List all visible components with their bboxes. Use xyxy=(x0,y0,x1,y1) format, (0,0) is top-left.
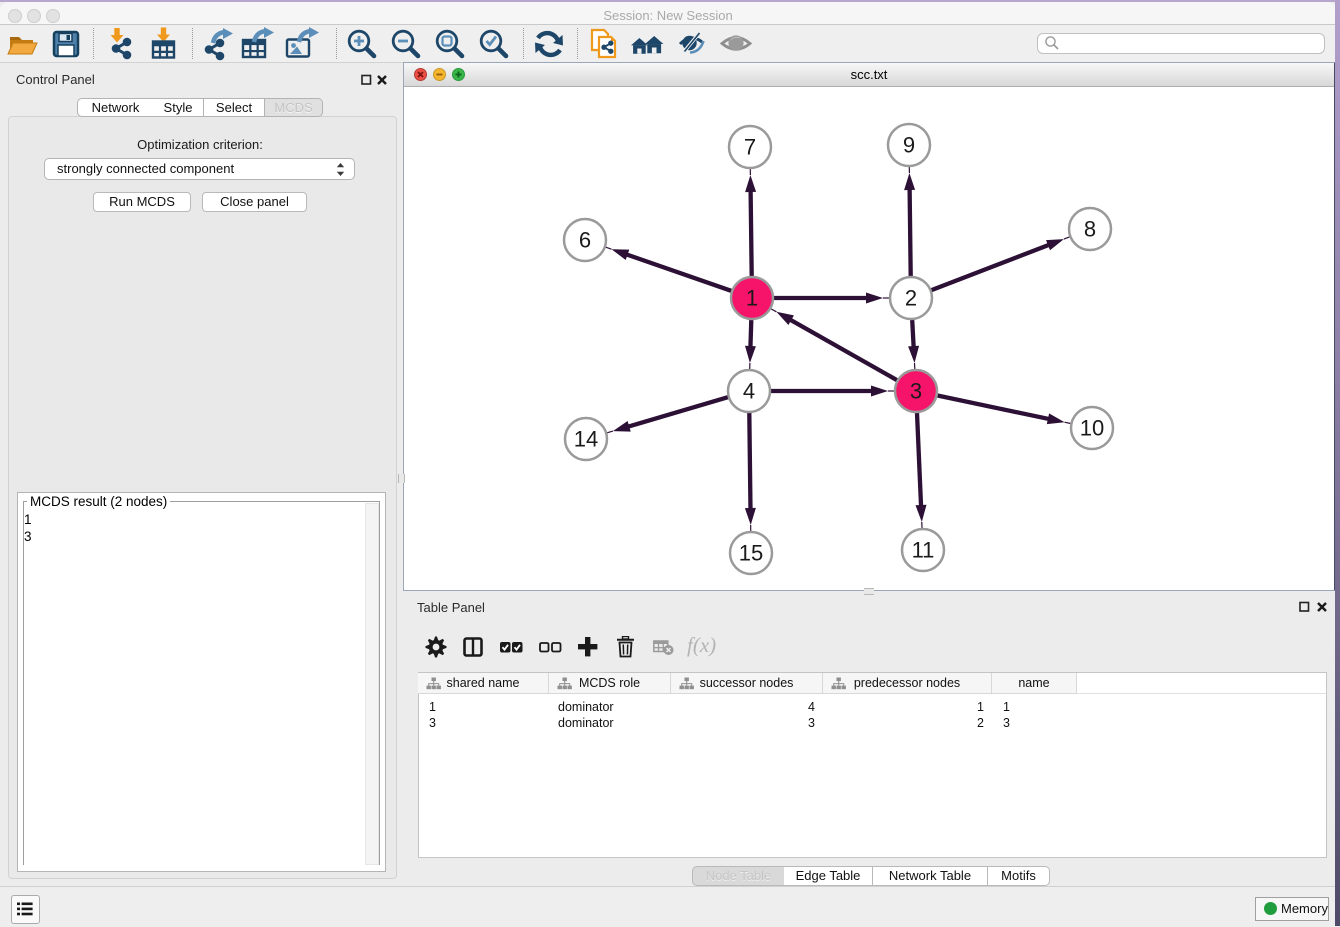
svg-text:10: 10 xyxy=(1080,416,1104,441)
svg-text:3: 3 xyxy=(910,379,922,404)
svg-text:8: 8 xyxy=(1084,217,1096,242)
svg-text:7: 7 xyxy=(744,135,756,160)
svg-text:14: 14 xyxy=(574,427,598,452)
svg-text:2: 2 xyxy=(905,286,917,311)
svg-text:11: 11 xyxy=(912,538,935,563)
svg-text:1: 1 xyxy=(746,286,758,311)
svg-text:9: 9 xyxy=(903,133,915,158)
svg-text:6: 6 xyxy=(579,228,591,253)
svg-text:4: 4 xyxy=(743,379,755,404)
svg-text:15: 15 xyxy=(739,541,763,566)
